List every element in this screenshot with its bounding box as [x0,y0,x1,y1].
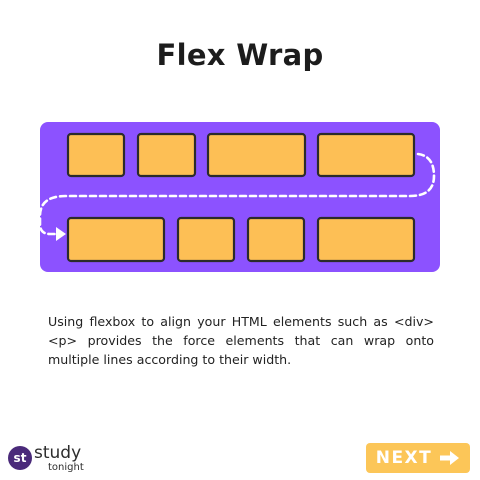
flex-wrap-diagram [38,122,440,272]
description-text: Using flexbox to align your HTML element… [48,314,434,367]
flex-item [246,216,306,263]
logo-name-line2: tonight [48,462,84,473]
next-button-label: NEXT [375,448,433,468]
flex-item [316,132,416,178]
flex-item [136,132,197,178]
logo-mark: st [8,446,32,470]
flex-item [176,216,236,263]
arrow-right-icon [440,451,460,465]
flex-item [316,216,416,263]
next-button[interactable]: NEXT [366,443,470,473]
flex-item [206,132,307,178]
flex-item [66,132,126,178]
flex-item [66,216,166,263]
logo-name-line1: study [34,443,82,463]
